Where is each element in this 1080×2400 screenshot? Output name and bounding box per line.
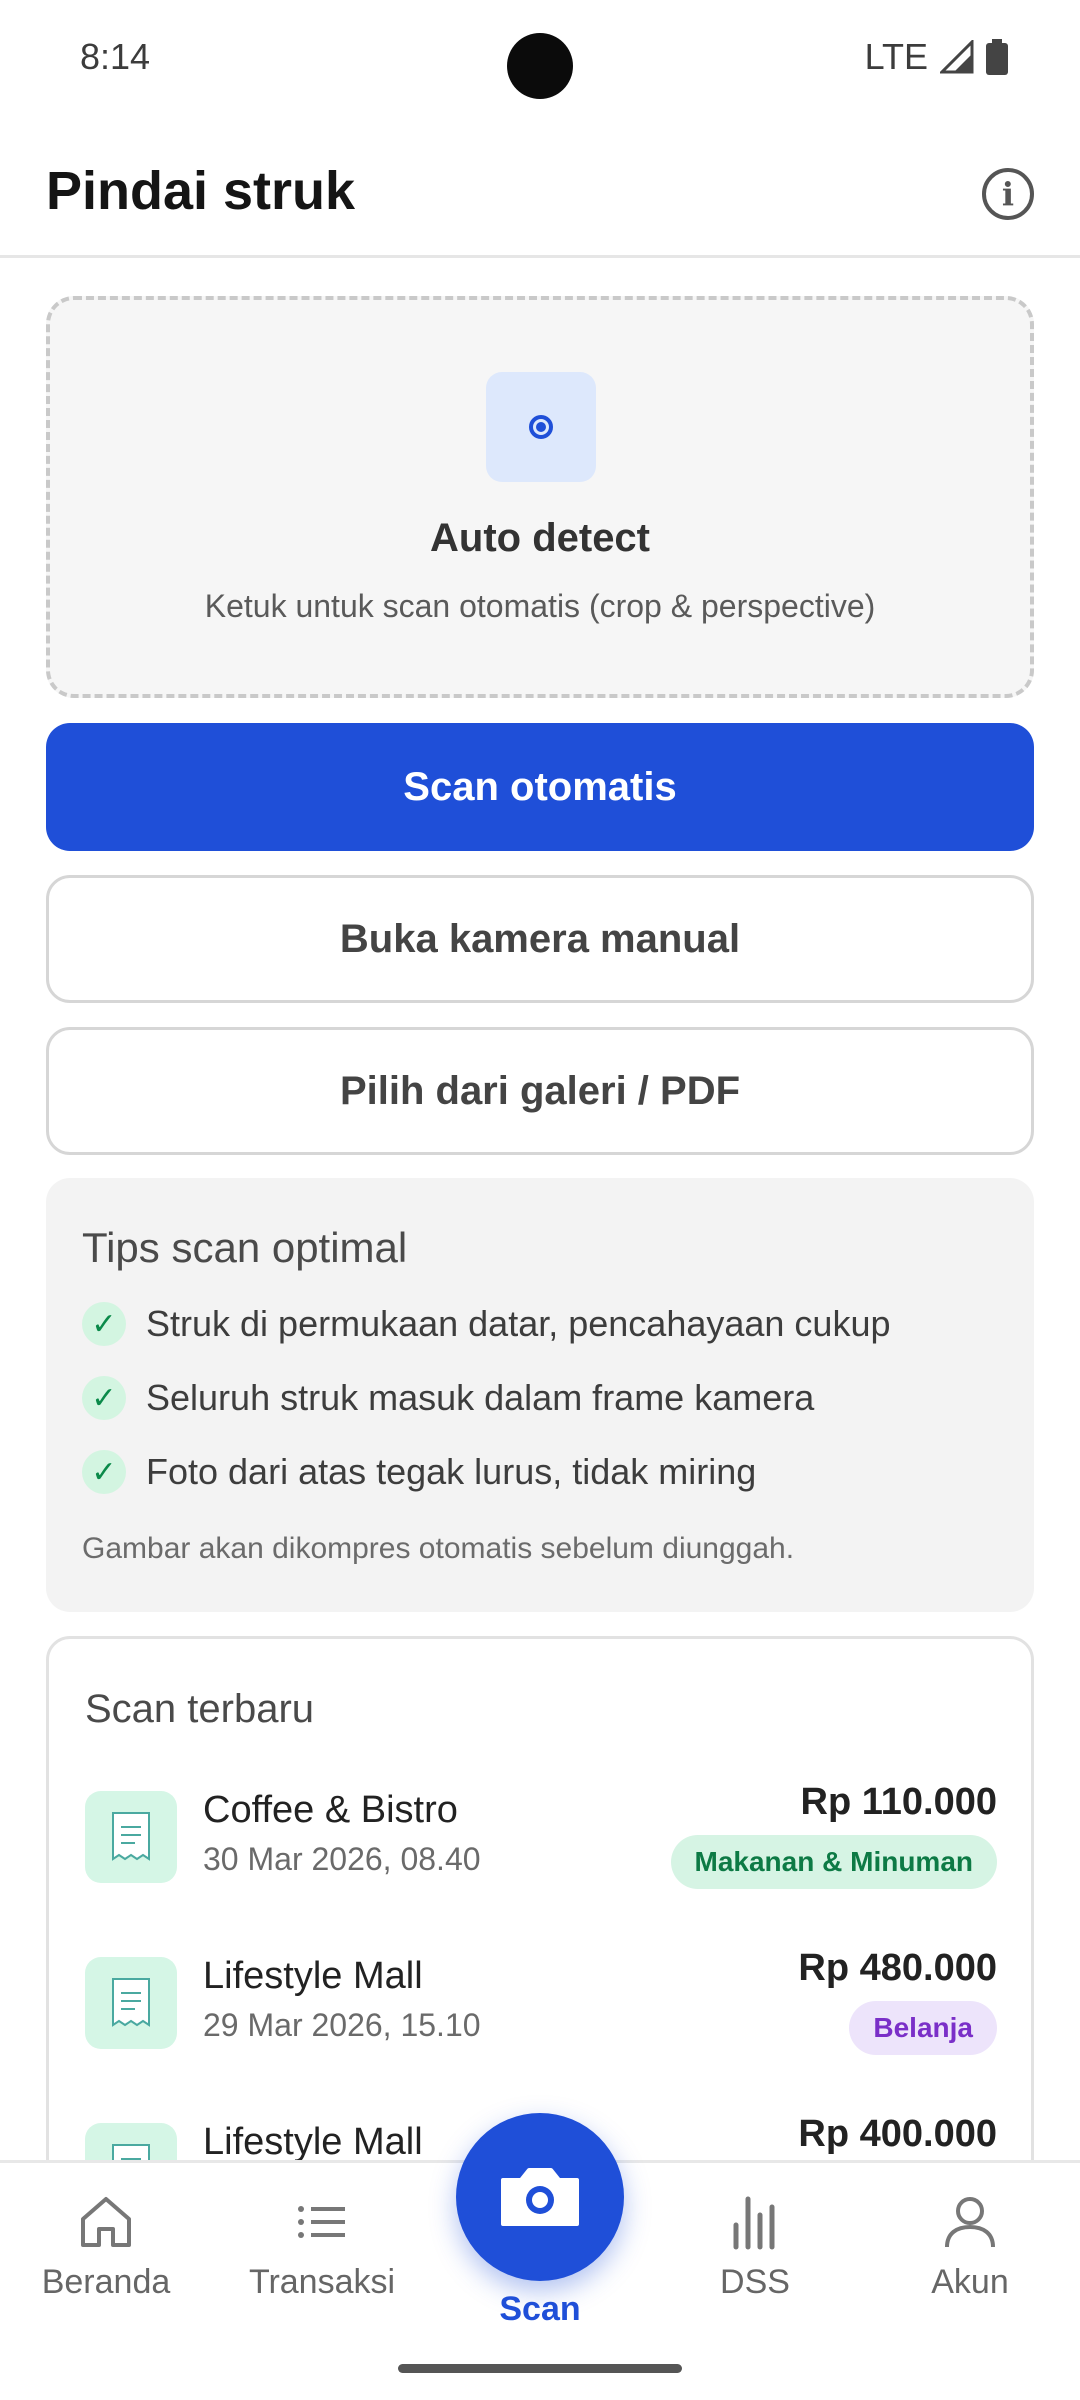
nav-item-scan-label[interactable]: Scan (440, 2290, 640, 2329)
tip-item: ✓ Seluruh struk masuk dalam frame kamera (82, 1376, 814, 1420)
nav-item-dss[interactable]: DSS (665, 2191, 845, 2302)
camera-icon (501, 2168, 579, 2226)
nav-label: Beranda (41, 2263, 171, 2301)
check-icon: ✓ (82, 1302, 126, 1346)
list-item[interactable]: Lifestyle Mall 29 Mar 2026, 15.10 Rp 480… (85, 1947, 997, 2077)
page-title: Pindai struk (46, 161, 356, 221)
receipt-icon (85, 1791, 177, 1883)
user-icon (945, 2197, 995, 2248)
nav-item-akun[interactable]: Akun (880, 2191, 1060, 2302)
scan-amount: Rp 480.000 (798, 1947, 997, 1989)
tip-item: ✓ Struk di permukaan datar, pencahayaan … (82, 1302, 891, 1346)
list-icon (298, 2206, 345, 2238)
gallery-pdf-button[interactable]: Pilih dari galeri / PDF (46, 1027, 1034, 1155)
home-icon (81, 2197, 131, 2247)
status-indicators: LTE (865, 36, 1008, 78)
tip-item: ✓ Foto dari atas tegak lurus, tidak miri… (82, 1450, 756, 1494)
manual-camera-button[interactable]: Buka kamera manual (46, 875, 1034, 1003)
check-icon: ✓ (82, 1376, 126, 1420)
scan-amount: Rp 400.000 (798, 2113, 997, 2155)
tips-card: Tips scan optimal ✓ Struk di permukaan d… (46, 1178, 1034, 1612)
auto-detect-title: Auto detect (430, 516, 650, 560)
camera-cutout (507, 33, 573, 99)
nav-label: Akun (931, 2263, 1009, 2301)
tips-title: Tips scan optimal (82, 1224, 408, 1271)
category-badge: Belanja (849, 2001, 997, 2055)
tip-text: Seluruh struk masuk dalam frame kamera (146, 1377, 815, 1418)
scan-amount: Rp 110.000 (800, 1781, 997, 1823)
scan-date: 30 Mar 2026, 08.40 (203, 1841, 481, 1877)
scan-fab-button[interactable] (456, 2113, 624, 2281)
network-type: LTE (864, 36, 928, 77)
merchant-name: Lifestyle Mall (203, 1955, 423, 1997)
target-icon (486, 372, 596, 482)
battery-icon (986, 39, 1008, 75)
tip-text: Struk di permukaan datar, pencahayaan cu… (146, 1303, 891, 1344)
tip-text: Foto dari atas tegak lurus, tidak miring (146, 1451, 757, 1492)
auto-detect-area[interactable]: Auto detect Ketuk untuk scan otomatis (c… (46, 296, 1034, 698)
nav-label: DSS (720, 2263, 790, 2301)
receipt-icon (85, 1957, 177, 2049)
nav-item-transaksi[interactable]: Transaksi (232, 2191, 412, 2302)
merchant-name: Coffee & Bistro (203, 1789, 458, 1831)
nav-label: Transaksi (248, 2263, 396, 2301)
auto-detect-subtitle: Ketuk untuk scan otomatis (crop & perspe… (204, 588, 876, 624)
list-item[interactable]: Coffee & Bistro 30 Mar 2026, 08.40 Rp 11… (85, 1781, 997, 1911)
status-time: 8:14 (80, 36, 151, 77)
nav-item-beranda[interactable]: Beranda (16, 2191, 196, 2302)
scan-date: 29 Mar 2026, 15.10 (203, 2007, 481, 2043)
tips-note: Gambar akan dikompres otomatis sebelum d… (82, 1532, 795, 1565)
scan-auto-button[interactable]: Scan otomatis (46, 723, 1034, 851)
app-bar: Pindai struk i (0, 118, 1080, 258)
bar-chart-icon (733, 2196, 775, 2250)
status-bar: 8:14 LTE (0, 0, 1080, 118)
check-icon: ✓ (82, 1450, 126, 1494)
info-icon[interactable]: i (982, 168, 1034, 220)
home-indicator[interactable] (398, 2364, 682, 2373)
category-badge: Makanan & Minuman (670, 1835, 997, 1889)
merchant-name: Lifestyle Mall (203, 2121, 423, 2163)
recent-scans-title: Scan terbaru (85, 1687, 315, 1731)
signal-icon (940, 40, 974, 74)
